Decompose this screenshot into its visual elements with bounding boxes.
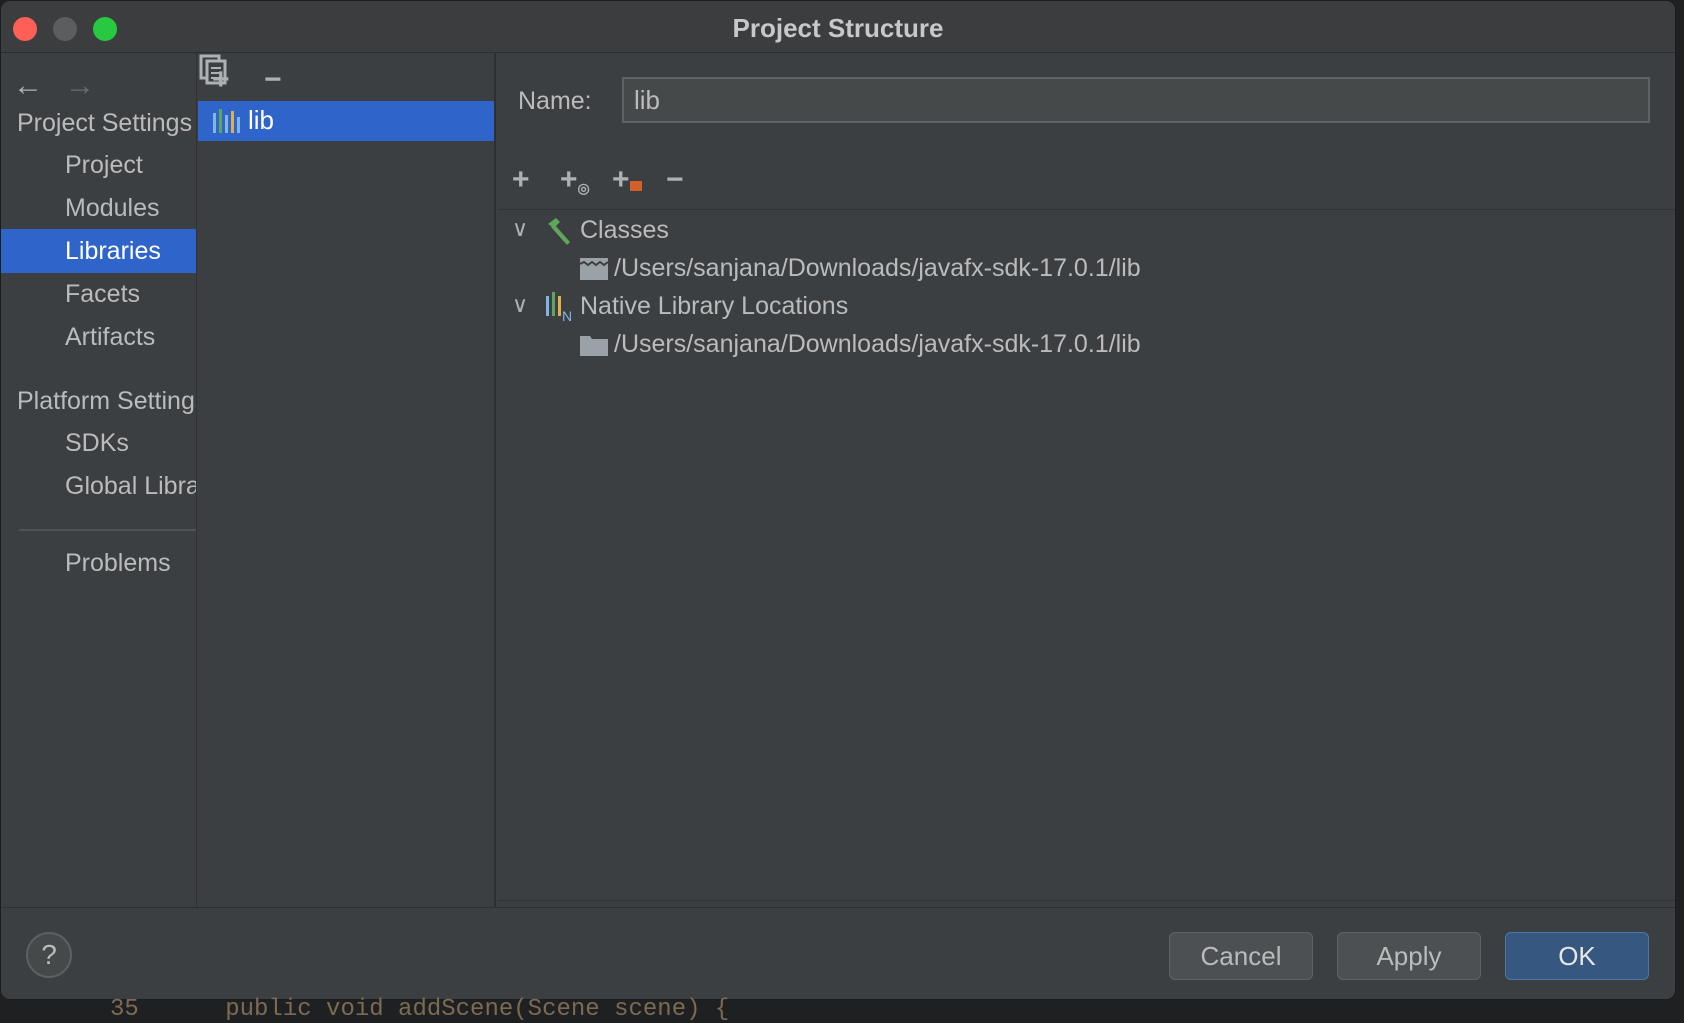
nav-item-global-libraries[interactable]: Global Libraries (1, 464, 196, 508)
title-bar: Project Structure (1, 1, 1675, 53)
add-library-icon[interactable]: + (212, 63, 230, 97)
nav-item-libraries[interactable]: Libraries (1, 229, 196, 273)
add-jar-root-icon[interactable]: + (612, 163, 642, 197)
nav-item-problems[interactable]: Problems (1, 541, 196, 585)
nav-item-sdks[interactable]: SDKs (1, 421, 196, 465)
jar-folder-icon (580, 258, 608, 280)
add-url-root-icon[interactable]: +◎ (560, 163, 590, 197)
help-button[interactable]: ? (26, 932, 72, 978)
library-icon (213, 109, 240, 133)
tree-node-classes[interactable]: ∨ Classes (498, 212, 1675, 252)
chevron-down-icon[interactable]: ∨ (512, 216, 528, 242)
back-arrow-icon[interactable]: ← (13, 69, 43, 103)
native-library-icon: N (546, 292, 572, 322)
tree-node-native-library-locations[interactable]: ∨ N Native Library Locations (498, 288, 1675, 328)
ok-button[interactable]: OK (1505, 932, 1649, 980)
remove-root-icon[interactable]: − (666, 163, 684, 197)
settings-nav: ← → Project Settings Project Modules Lib… (1, 53, 197, 907)
chevron-down-icon[interactable]: ∨ (512, 292, 528, 318)
add-root-icon[interactable]: + (512, 163, 530, 197)
window-title: Project Structure (732, 13, 944, 43)
dialog-footer: ? Cancel Apply OK (1, 907, 1675, 999)
nav-item-facets[interactable]: Facets (1, 272, 196, 316)
tree-node-label: Classes (580, 216, 669, 244)
library-list-pane: + − lib (198, 53, 496, 907)
nav-section-platform-settings: Platform Settings (17, 387, 197, 415)
library-roots-tree: ∨ Classes /Users/sanjana/Downloads/javaf… (498, 209, 1675, 901)
remove-library-icon[interactable]: − (264, 63, 282, 97)
library-detail-pane: Name: + +◎ + − ∨ Classes /Users/sanjana/… (498, 53, 1675, 907)
nav-item-modules[interactable]: Modules (1, 186, 196, 230)
library-name-field[interactable] (622, 77, 1650, 123)
tree-node-label: /Users/sanjana/Downloads/javafx-sdk-17.0… (614, 330, 1141, 358)
cancel-button[interactable]: Cancel (1169, 932, 1313, 980)
nav-item-artifacts[interactable]: Artifacts (1, 315, 196, 359)
tree-node-label: Native Library Locations (580, 292, 849, 320)
project-structure-dialog: Project Structure ← → Project Settings P… (0, 0, 1676, 1000)
name-label: Name: (518, 87, 592, 115)
background-editor-code: 35 public void addScene(Scene scene) { (110, 996, 730, 1023)
svg-text:N: N (562, 308, 572, 322)
nav-item-project[interactable]: Project (1, 143, 196, 187)
nav-section-project-settings: Project Settings (17, 109, 193, 137)
library-list-item-label: lib (248, 105, 275, 135)
apply-button[interactable]: Apply (1337, 932, 1481, 980)
folder-icon (580, 336, 608, 356)
hammer-icon (548, 218, 570, 245)
tree-node-native-path[interactable]: /Users/sanjana/Downloads/javafx-sdk-17.0… (498, 326, 1675, 366)
forward-arrow-icon[interactable]: → (65, 69, 95, 103)
nav-divider (19, 529, 196, 531)
library-list-item[interactable]: lib (198, 101, 494, 141)
tree-node-label: /Users/sanjana/Downloads/javafx-sdk-17.0… (614, 254, 1141, 282)
tree-node-classes-path[interactable]: /Users/sanjana/Downloads/javafx-sdk-17.0… (498, 250, 1675, 290)
